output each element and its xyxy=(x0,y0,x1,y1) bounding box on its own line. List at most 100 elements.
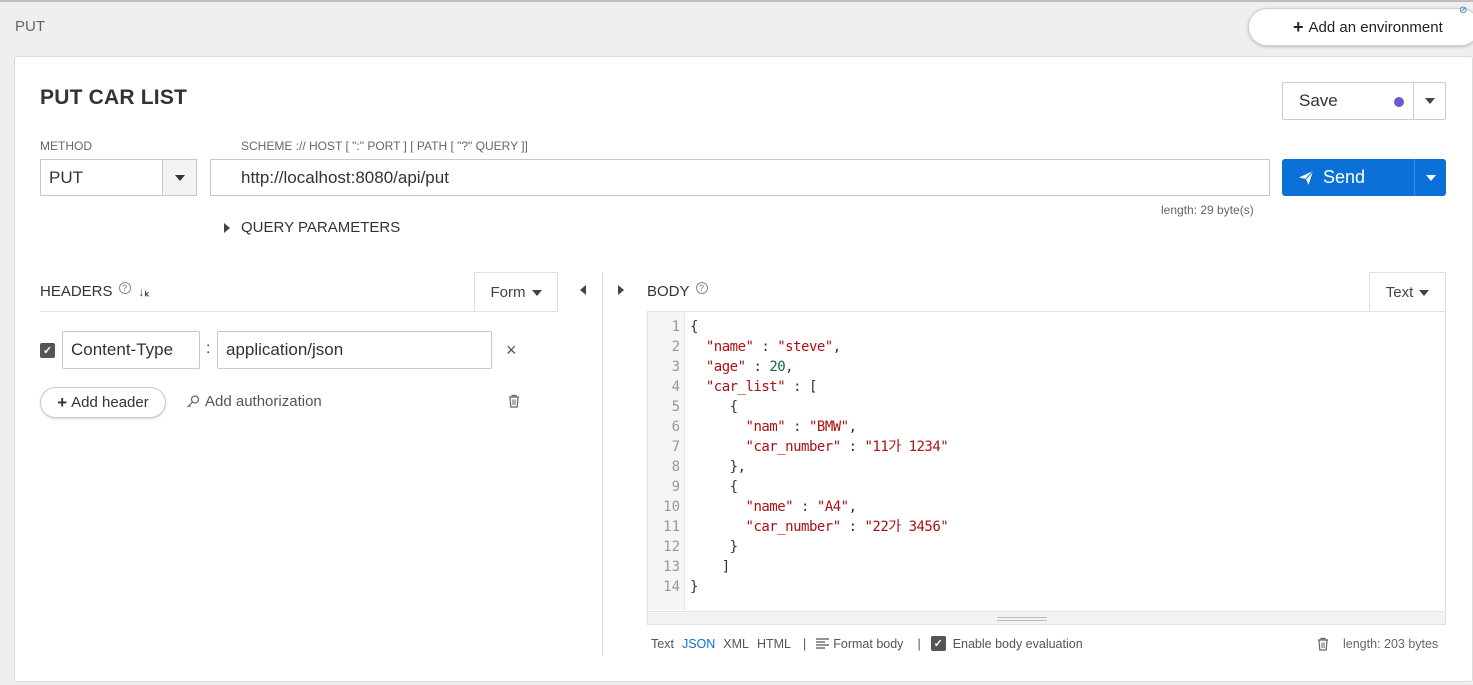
header-separator: : xyxy=(206,340,211,357)
line-number: 4 xyxy=(671,379,680,395)
method-select[interactable]: PUT xyxy=(40,159,197,196)
code-line: { xyxy=(690,399,738,415)
code-line: } xyxy=(690,579,698,595)
expand-right-icon[interactable] xyxy=(618,285,624,295)
code-line: "nam" : "BMW", xyxy=(745,419,858,435)
format-body-label: Format body xyxy=(833,636,904,651)
breadcrumb: PUT xyxy=(15,18,45,35)
sort-az-icon[interactable]: ↓ₖ xyxy=(139,285,150,299)
add-header-button[interactable]: + Add header xyxy=(40,387,166,418)
body-mode-dropdown[interactable]: Text xyxy=(1369,272,1446,312)
code-line: } xyxy=(690,539,738,555)
body-heading: BODY ? xyxy=(647,281,708,300)
line-number: 10 xyxy=(663,499,680,515)
code-line: { xyxy=(690,479,738,495)
trash-icon[interactable] xyxy=(1317,637,1329,651)
corner-badge-icon: ⊘ xyxy=(1459,5,1468,16)
headers-divider xyxy=(40,311,558,312)
trash-icon[interactable] xyxy=(508,394,520,408)
query-parameters-label: QUERY PARAMETERS xyxy=(241,219,401,236)
save-button[interactable]: Save xyxy=(1283,83,1414,119)
format-text-option[interactable]: Text xyxy=(651,637,674,651)
unsaved-indicator-icon xyxy=(1394,97,1404,107)
chevron-down-icon xyxy=(1424,98,1435,104)
line-number: 9 xyxy=(671,479,680,495)
headers-mode-dropdown[interactable]: Form xyxy=(474,272,558,312)
method-dropdown-toggle[interactable] xyxy=(162,160,196,195)
add-environment-label: Add an environment xyxy=(1308,18,1443,36)
line-number: 2 xyxy=(671,339,680,355)
save-button-group: Save xyxy=(1282,82,1446,120)
plus-icon: + xyxy=(1293,16,1304,37)
remove-header-icon[interactable]: × xyxy=(506,340,517,361)
code-line: { xyxy=(690,319,698,335)
method-label: METHOD xyxy=(40,139,92,153)
format-json-option[interactable]: JSON xyxy=(682,637,715,651)
help-icon[interactable]: ? xyxy=(118,281,131,294)
code-line: "age" : 20, xyxy=(705,359,794,375)
expand-arrow-icon xyxy=(224,222,230,233)
headers-mode-label: Form xyxy=(490,284,526,301)
headers-title: HEADERS xyxy=(40,283,113,300)
code-line: "car_number" : "11가 1234" xyxy=(745,439,949,455)
code-line: "car_number" : "22가 3456" xyxy=(745,519,949,535)
line-number: 3 xyxy=(671,359,680,375)
line-number: 13 xyxy=(663,559,680,575)
line-number: 1 xyxy=(671,319,680,335)
code-line: }, xyxy=(690,459,746,475)
chevron-down-icon xyxy=(1425,174,1436,181)
add-authorization-button[interactable]: Add authorization xyxy=(186,393,322,410)
save-options-dropdown[interactable] xyxy=(1414,83,1445,119)
format-lines-icon xyxy=(816,638,830,649)
line-number: 7 xyxy=(671,439,680,455)
headers-heading: HEADERS ? ↓ₖ xyxy=(40,281,150,300)
format-html-option[interactable]: HTML xyxy=(757,637,791,651)
chevron-down-icon xyxy=(1419,289,1430,296)
footer-separator: | xyxy=(803,636,807,651)
format-xml-option[interactable]: XML xyxy=(723,637,749,651)
line-number-gutter: 1 2 3 4 5 6 7 8 9 10 11 12 13 14 xyxy=(648,312,685,610)
query-parameters-toggle[interactable]: QUERY PARAMETERS xyxy=(224,219,400,236)
line-number: 14 xyxy=(663,579,680,595)
body-title: BODY xyxy=(647,283,690,300)
key-icon xyxy=(187,394,200,407)
enable-body-evaluation-label: Enable body evaluation xyxy=(952,636,1083,651)
body-mode-label: Text xyxy=(1385,284,1414,301)
send-button[interactable]: Send xyxy=(1282,159,1415,196)
body-editor[interactable]: 1 2 3 4 5 6 7 8 9 10 11 12 13 14 { "name… xyxy=(647,311,1446,625)
url-input[interactable]: http://localhost:8080/api/put xyxy=(210,159,1270,196)
top-border xyxy=(0,0,1473,2)
panel-divider xyxy=(602,272,603,656)
line-number: 6 xyxy=(671,419,680,435)
footer-separator: | xyxy=(917,636,921,651)
url-format-label: SCHEME :// HOST [ ":" PORT ] [ PATH [ "?… xyxy=(241,139,528,153)
chevron-down-icon xyxy=(531,289,542,296)
line-number: 12 xyxy=(663,539,680,555)
send-icon xyxy=(1299,170,1314,185)
code-line: "car_list" : [ xyxy=(705,379,818,395)
request-title: PUT CAR LIST xyxy=(40,86,188,109)
help-icon[interactable]: ? xyxy=(695,281,708,294)
send-label: Send xyxy=(1323,167,1366,187)
line-number: 11 xyxy=(663,519,680,535)
editor-resize-bar[interactable] xyxy=(648,611,1445,624)
code-line: ] xyxy=(690,559,730,575)
code-line: "name" : "A4", xyxy=(745,499,858,515)
format-body-button[interactable]: Format body xyxy=(816,637,903,651)
save-label: Save xyxy=(1299,91,1338,110)
send-options-dropdown[interactable] xyxy=(1415,159,1446,196)
header-name-input[interactable]: Content-Type xyxy=(62,331,200,369)
header-enabled-checkbox[interactable]: ✓ xyxy=(40,343,55,358)
url-length: length: 29 byte(s) xyxy=(1161,203,1254,217)
add-environment-button[interactable]: + Add an environment xyxy=(1248,8,1473,46)
line-number: 5 xyxy=(671,399,680,415)
enable-body-evaluation-checkbox[interactable]: ✓ xyxy=(930,636,946,651)
body-length: length: 203 bytes xyxy=(1343,637,1439,651)
method-value: PUT xyxy=(49,167,83,187)
resize-grip-icon[interactable] xyxy=(997,617,1047,621)
header-value-input[interactable]: application/json xyxy=(217,331,492,369)
add-authorization-label: Add authorization xyxy=(205,393,322,410)
line-number: 8 xyxy=(671,459,680,475)
collapse-left-icon[interactable] xyxy=(580,285,586,295)
code-line: "name" : "steve", xyxy=(705,339,841,355)
